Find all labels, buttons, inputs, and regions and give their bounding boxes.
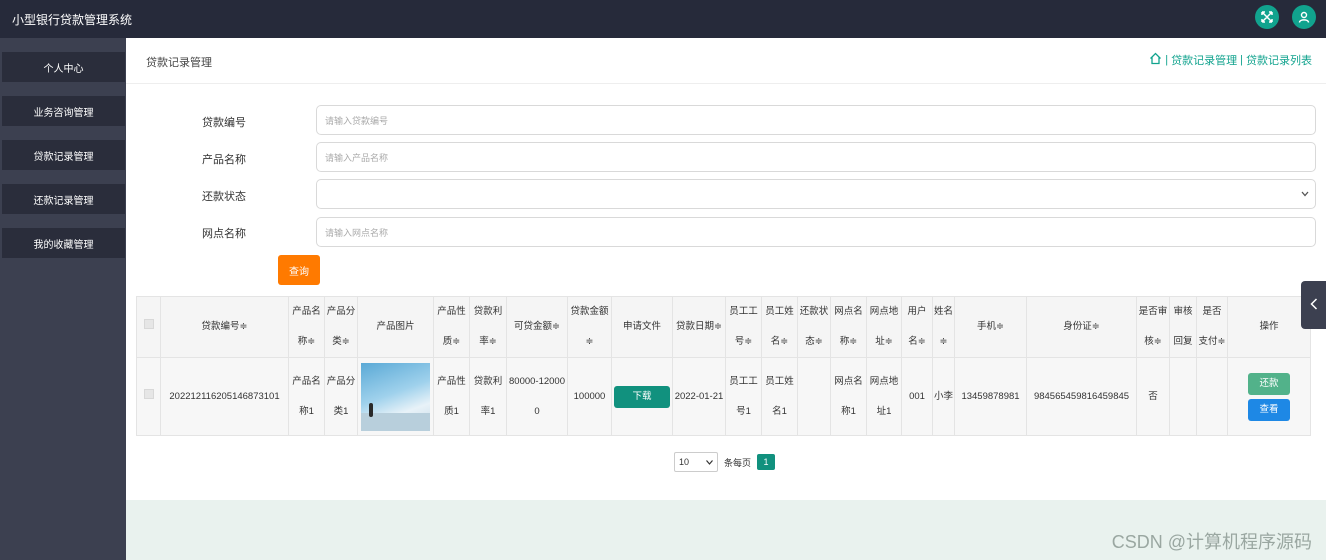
col-product-name[interactable]: 产品名称≑: [288, 296, 325, 358]
home-icon[interactable]: [1149, 52, 1162, 68]
chevron-down-icon: [1301, 189, 1309, 199]
page-size-select[interactable]: 10: [674, 452, 718, 472]
cell-username: 001: [901, 357, 933, 436]
cell-staff-no: 员工工号1: [725, 357, 762, 436]
per-page-label: 条每页: [724, 457, 752, 468]
cell-phone: 13459878981: [954, 357, 1027, 436]
cell-staff-name: 员工姓名1: [761, 357, 798, 436]
page-number-current[interactable]: 1: [757, 454, 776, 470]
breadcrumb-separator: |: [1165, 54, 1169, 66]
main-content: 贷款记录管理 | 贷款记录管理 | 贷款记录列表 贷款编号 请输入贷款编号 产品…: [126, 38, 1326, 560]
top-bar: 小型银行贷款管理系统: [0, 0, 1326, 38]
branch-name-label: 网点名称: [202, 228, 246, 240]
cell-loan-date: 2022-01-21: [672, 357, 726, 436]
cell-product-nature: 产品性质1: [433, 357, 470, 436]
col-interest-rate[interactable]: 贷款利率≑: [469, 296, 507, 358]
product-name-label: 产品名称: [202, 154, 246, 166]
col-loanable-amount[interactable]: 可贷金额≑: [506, 296, 568, 358]
breadcrumb-level2: 贷款记录列表: [1246, 55, 1312, 67]
cell-loan-amount: 100000: [567, 357, 612, 436]
view-button[interactable]: 查看: [1248, 398, 1290, 421]
col-loan-amount[interactable]: 贷款金额≑: [567, 296, 612, 358]
col-product-category[interactable]: 产品分类≑: [324, 296, 358, 358]
col-branch-address[interactable]: 网点地址≑: [866, 296, 902, 358]
cell-repay-status: [797, 357, 831, 436]
expand-icon[interactable]: [1255, 5, 1279, 29]
col-name[interactable]: 姓名≑: [932, 296, 955, 358]
col-staff-name[interactable]: 员工姓名≑: [761, 296, 798, 358]
breadcrumb-level1[interactable]: 贷款记录管理: [1171, 52, 1237, 68]
cell-product-category: 产品分类1: [324, 357, 358, 436]
chevron-down-icon: [706, 459, 713, 465]
sidebar-item-repayment-records[interactable]: 还款记录管理: [2, 184, 125, 214]
col-staff-no[interactable]: 员工工号≑: [725, 296, 762, 358]
cell-branch-address: 网点地址1: [866, 357, 902, 436]
cell-name: 小李: [932, 357, 955, 436]
col-product-image: 产品图片: [357, 296, 434, 358]
branch-name-input[interactable]: 请输入网点名称: [316, 217, 1316, 247]
sidebar-item-loan-records[interactable]: 贷款记录管理: [2, 140, 125, 170]
table-header-row: 贷款编号≑ 产品名称≑ 产品分类≑ 产品图片 产品性质≑ 贷款利率≑ 可贷金额≑…: [136, 296, 1311, 358]
col-audited[interactable]: 是否审核≑: [1136, 296, 1170, 358]
repay-status-label: 还款状态: [202, 191, 246, 203]
breadcrumb-separator: |: [1240, 54, 1243, 66]
pagination: 10 条每页 1: [674, 452, 776, 472]
col-audit-reply: 审核回复: [1169, 296, 1197, 358]
app-title: 小型银行贷款管理系统: [12, 13, 133, 27]
cell-audited: 否: [1136, 357, 1170, 436]
col-repay-status[interactable]: 还款状态≑: [797, 296, 831, 358]
col-loan-date[interactable]: 贷款日期≑: [672, 296, 726, 358]
breadcrumb-bar: 贷款记录管理 | 贷款记录管理 | 贷款记录列表: [126, 38, 1326, 84]
cell-product-image: [357, 357, 434, 436]
product-name-input[interactable]: 请输入产品名称: [316, 142, 1316, 172]
breadcrumb: | 贷款记录管理 | 贷款记录列表: [1149, 52, 1312, 68]
chevron-left-icon: [1309, 297, 1318, 313]
loan-no-label: 贷款编号: [202, 117, 246, 129]
loan-no-input[interactable]: 请输入贷款编号: [316, 105, 1316, 135]
sidebar-item-personal-center[interactable]: 个人中心: [2, 52, 125, 82]
cell-loanable-amount: 80000-120000: [506, 357, 568, 436]
cell-interest-rate: 贷款利率1: [469, 357, 507, 436]
col-application-file: 申请文件: [611, 296, 673, 358]
query-button[interactable]: 查询: [278, 255, 320, 285]
cell-application-file: 下载: [611, 357, 673, 436]
col-id-card[interactable]: 身份证≑: [1026, 296, 1137, 358]
repay-button[interactable]: 还款: [1248, 372, 1290, 395]
cell-actions: 还款 查看: [1227, 357, 1311, 436]
footer-area: CSDN @计算机程序源码: [126, 500, 1326, 560]
user-icon[interactable]: [1292, 5, 1316, 29]
cell-audit-reply: [1169, 357, 1197, 436]
sidebar-item-consult-management[interactable]: 业务咨询管理: [2, 96, 125, 126]
page-title: 贷款记录管理: [146, 57, 212, 69]
panel-toggle-button[interactable]: [1301, 281, 1326, 329]
loan-table: 贷款编号≑ 产品名称≑ 产品分类≑ 产品图片 产品性质≑ 贷款利率≑ 可贷金额≑…: [136, 296, 1311, 436]
cell-paid: [1196, 357, 1228, 436]
col-username[interactable]: 用户名≑: [901, 296, 933, 358]
row-checkbox[interactable]: [136, 357, 161, 436]
sidebar-item-favorites[interactable]: 我的收藏管理: [2, 228, 125, 258]
sidebar: 个人中心 业务咨询管理 贷款记录管理 还款记录管理 我的收藏管理: [0, 38, 126, 560]
repay-status-select[interactable]: [316, 179, 1316, 209]
cell-loan-no: 202212116205146873101: [160, 357, 289, 436]
page-size-value: 10: [679, 457, 690, 467]
table-row: 202212116205146873101 产品名称1 产品分类1 产品性质1 …: [136, 357, 1311, 436]
col-phone[interactable]: 手机≑: [954, 296, 1027, 358]
watermark: CSDN @计算机程序源码: [1111, 532, 1312, 552]
cell-id-card: 984565459816459845: [1026, 357, 1137, 436]
product-image[interactable]: [361, 362, 430, 431]
col-loan-no[interactable]: 贷款编号≑: [160, 296, 289, 358]
col-paid[interactable]: 是否支付≑: [1196, 296, 1228, 358]
download-button[interactable]: 下载: [614, 385, 670, 408]
cell-product-name: 产品名称1: [288, 357, 325, 436]
cell-branch-name: 网点名称1: [830, 357, 867, 436]
col-actions: 操作: [1227, 296, 1311, 358]
select-all-checkbox[interactable]: [136, 296, 161, 358]
col-product-nature[interactable]: 产品性质≑: [433, 296, 470, 358]
col-branch-name[interactable]: 网点名称≑: [830, 296, 867, 358]
